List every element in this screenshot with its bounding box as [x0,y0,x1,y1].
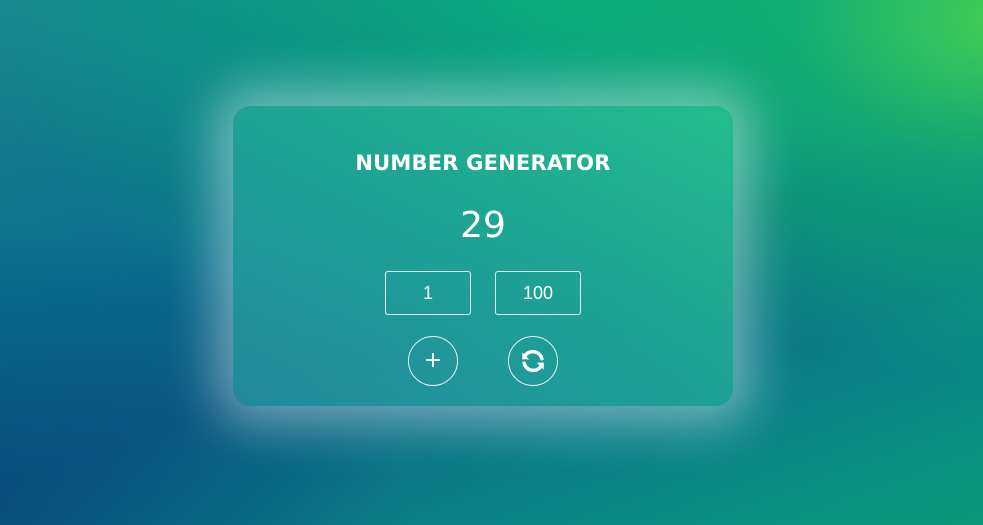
min-value-input[interactable] [385,271,471,315]
app-title: NUMBER GENERATOR [355,151,611,175]
generated-number: 29 [460,205,506,246]
add-button[interactable]: + [408,336,458,386]
generator-card: NUMBER GENERATOR 29 + [233,106,733,406]
plus-icon: + [423,348,443,373]
max-value-input[interactable] [495,271,581,315]
refresh-button[interactable] [508,336,558,386]
refresh-icon [519,347,547,375]
